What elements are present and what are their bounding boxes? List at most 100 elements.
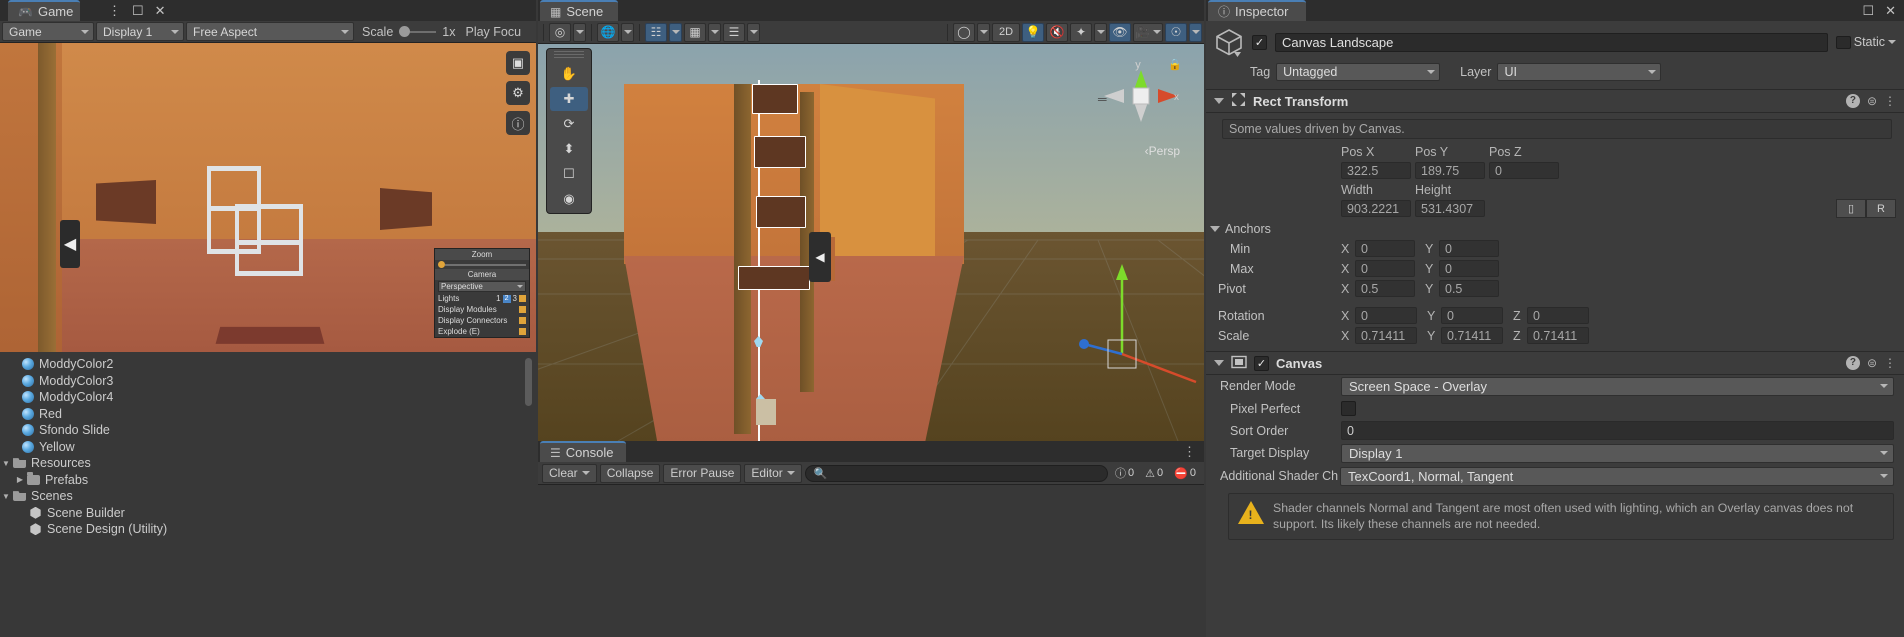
zoom-slider-track[interactable]	[445, 263, 526, 266]
tab-inspector[interactable]: ⓘ Inspector	[1208, 0, 1306, 21]
grid-snap-icon[interactable]: ☷	[645, 22, 667, 42]
expander-down-icon[interactable]: ▼	[0, 459, 12, 468]
game-aspect-dropdown[interactable]: Free Aspect	[186, 22, 354, 41]
scene-orientation-gizmo[interactable]: y x	[1102, 56, 1180, 146]
display-modules-row[interactable]: Display Modules	[435, 304, 529, 315]
scene-perspective-label[interactable]: ‹Persp	[1145, 144, 1180, 158]
list-item[interactable]: ▼ Resources	[0, 455, 536, 472]
gear-icon[interactable]: ⚙	[506, 81, 530, 105]
preset-icon[interactable]: ⊜	[1867, 356, 1877, 370]
scale-slider-knob[interactable]	[399, 26, 411, 37]
warning-count-badge[interactable]: ⚠ 0	[1141, 464, 1167, 482]
anchor-min-x-field[interactable]: 0	[1355, 240, 1415, 257]
display-connectors-checkbox[interactable]	[519, 317, 526, 324]
more-options-icon[interactable]: ⋮	[1884, 94, 1896, 108]
overlay-drag-handle[interactable]	[554, 51, 584, 59]
tag-dropdown[interactable]: Untagged	[1276, 63, 1441, 81]
tab-game[interactable]: 🎮 Game	[8, 0, 80, 21]
gizmos-dropdown[interactable]	[1189, 22, 1202, 42]
height-field[interactable]: 531.4307	[1415, 200, 1485, 217]
explode-checkbox[interactable]	[519, 328, 526, 335]
pixel-perfect-checkbox[interactable]	[1341, 401, 1356, 416]
preset-icon[interactable]: ⊜	[1867, 94, 1877, 108]
sort-order-field[interactable]: 0	[1341, 421, 1894, 440]
list-item[interactable]: ModdyColor4	[0, 389, 536, 406]
object-enabled-checkbox[interactable]: ✓	[1252, 34, 1267, 50]
pivot-x-field[interactable]: 0.5	[1355, 280, 1415, 297]
raw-edit-button[interactable]: R	[1866, 199, 1896, 218]
globe-dropdown[interactable]	[621, 22, 634, 42]
anchor-max-y-field[interactable]: 0	[1439, 260, 1499, 277]
scene-chair-object[interactable]	[756, 399, 776, 425]
display-connectors-row[interactable]: Display Connectors	[435, 315, 529, 326]
info-icon[interactable]: ⓘ	[506, 111, 530, 135]
display-modules-checkbox[interactable]	[519, 306, 526, 313]
chevron-down-icon[interactable]	[1210, 225, 1220, 232]
expander-right-icon[interactable]: ▶	[14, 475, 26, 484]
snap-increment-icon[interactable]: ▦	[684, 22, 706, 42]
pos-x-field[interactable]: 322.5	[1341, 162, 1411, 179]
list-item[interactable]: ▼ Scenes	[0, 488, 536, 505]
blueprint-mode-button[interactable]: ▯	[1836, 199, 1866, 218]
pivot-icon[interactable]: ◎	[549, 22, 571, 42]
explode-row[interactable]: Explode (E)	[435, 326, 529, 337]
scene-viewport[interactable]: ◀ ✋ ✚ ⟳ ⬍ ☐ ◉ ═ 🔒 y x ‹Persp	[538, 44, 1204, 441]
list-item[interactable]: ModdyColor3	[0, 373, 536, 390]
clear-button[interactable]: Clear	[542, 463, 597, 483]
scale-x-field[interactable]: 0.71411	[1355, 327, 1417, 344]
maximize-icon[interactable]: ☐	[1862, 3, 1874, 19]
scene-card[interactable]	[752, 84, 798, 114]
audio-mute-icon[interactable]: 🔇	[1046, 22, 1068, 42]
zoom-slider[interactable]	[435, 260, 529, 269]
more-options-icon[interactable]: ⋮	[1884, 356, 1896, 370]
layers-icon[interactable]: ☰	[723, 22, 745, 42]
layers-dropdown[interactable]	[747, 22, 760, 42]
effects-icon[interactable]: ✦	[1070, 22, 1092, 42]
hierarchy-panel[interactable]: ModdyColor2 ModdyColor3 ModdyColor4 Red	[0, 352, 536, 637]
game-viewport[interactable]: ◀ ▣ ⚙ ⓘ Zoom Camera Perspective Lights 1…	[0, 43, 536, 352]
game-nav-arrow-left[interactable]: ◀	[60, 220, 80, 268]
tab-console[interactable]: ☰ Console	[540, 441, 626, 462]
shading-sphere-icon[interactable]: ◯	[953, 22, 975, 42]
console-more-options-icon[interactable]: ⋮	[1183, 444, 1197, 460]
scene-card[interactable]	[738, 266, 810, 290]
scene-card[interactable]	[754, 136, 806, 168]
lights-value-2[interactable]: 2	[502, 294, 511, 303]
more-options-icon[interactable]: ⋮	[108, 3, 121, 19]
scale-slider-track[interactable]	[410, 30, 437, 33]
scene-card[interactable]	[756, 196, 806, 228]
rotation-z-field[interactable]: 0	[1527, 307, 1589, 324]
mode-2d-button[interactable]: 2D	[992, 22, 1020, 42]
game-mode-dropdown[interactable]: Game	[2, 22, 94, 41]
pos-z-field[interactable]: 0	[1489, 162, 1559, 179]
lights-checkbox[interactable]	[519, 295, 526, 302]
static-checkbox[interactable]	[1835, 35, 1851, 49]
anchor-min-y-field[interactable]: 0	[1439, 240, 1499, 257]
static-toggle[interactable]: Static	[1835, 35, 1896, 49]
search-input[interactable]: 🔍	[804, 464, 1109, 482]
list-item[interactable]: Scene Builder	[0, 505, 536, 522]
object-name-field[interactable]: Canvas Landscape	[1275, 32, 1828, 52]
scene-move-gizmo[interactable]	[1078, 234, 1198, 394]
scale-slider[interactable]	[399, 26, 437, 37]
rotate-tool-icon[interactable]: ⟳	[550, 112, 588, 136]
zoom-slider-knob[interactable]	[438, 261, 445, 268]
rotation-x-field[interactable]: 0	[1355, 307, 1417, 324]
canvas-enabled-checkbox[interactable]: ✓	[1254, 355, 1269, 371]
play-focused-label[interactable]: Play Focu	[465, 25, 521, 39]
shader-channels-dropdown[interactable]: TexCoord1, Normal, Tangent	[1340, 466, 1894, 486]
help-icon[interactable]: ?	[1845, 94, 1860, 108]
maximize-icon[interactable]: ☐	[132, 3, 144, 19]
tab-scene[interactable]: ▦ Scene	[540, 0, 618, 21]
hierarchy-scrollbar[interactable]	[525, 358, 532, 406]
grid-snap-dropdown[interactable]	[669, 22, 682, 42]
list-item[interactable]: ▶ Prefabs	[0, 472, 536, 489]
chevron-down-icon[interactable]	[1214, 98, 1224, 104]
expander-down-icon[interactable]: ▼	[0, 492, 12, 501]
camera-icon[interactable]: 🎥	[1133, 22, 1163, 42]
gizmos-icon[interactable]: ☉	[1165, 22, 1187, 42]
canvas-component-header[interactable]: ✓ Canvas ? ⊜ ⋮	[1206, 351, 1904, 375]
scale-y-field[interactable]: 0.71411	[1441, 327, 1503, 344]
transform-tool-icon[interactable]: ◉	[550, 187, 588, 211]
list-item[interactable]: ModdyColor2	[0, 356, 536, 373]
